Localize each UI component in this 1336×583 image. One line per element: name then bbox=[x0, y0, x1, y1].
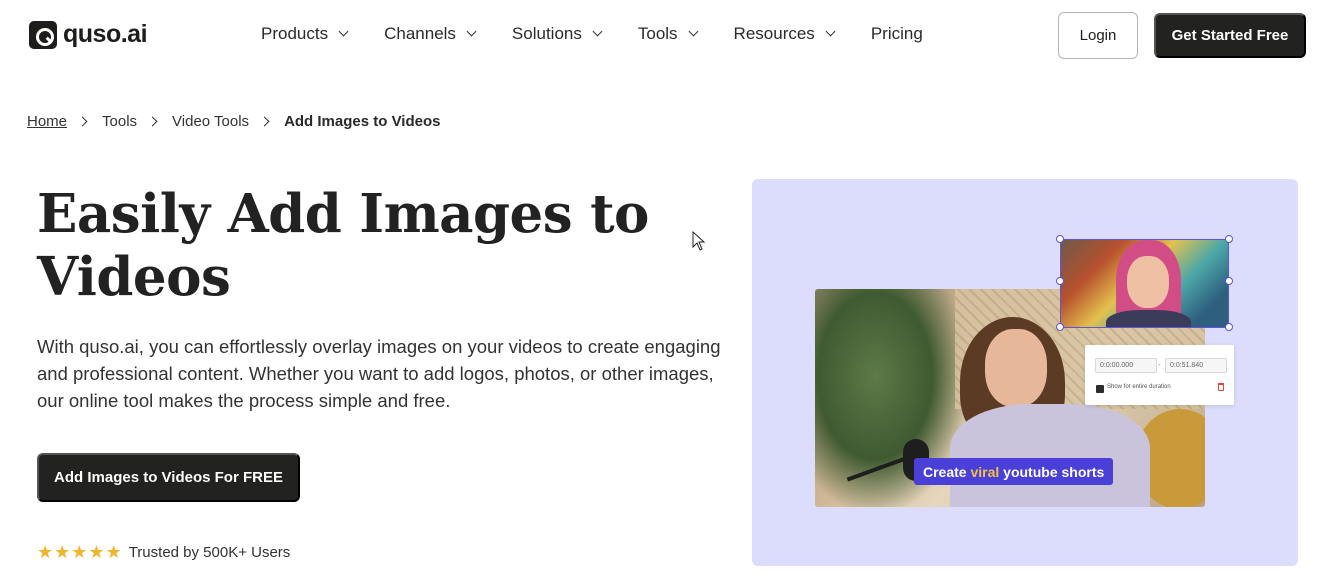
person-face-shape bbox=[985, 329, 1047, 407]
caption-accent: viral bbox=[970, 463, 1000, 480]
chevron-down-icon bbox=[688, 26, 698, 37]
chevron-right-icon bbox=[259, 116, 270, 127]
chevron-down-icon bbox=[592, 26, 603, 37]
person-body-shape bbox=[950, 404, 1150, 507]
brand-name: quso.ai bbox=[63, 20, 148, 48]
mouse-cursor-icon bbox=[692, 231, 706, 251]
chevron-down-icon bbox=[338, 26, 349, 37]
brand-logo[interactable]: quso.ai bbox=[29, 20, 148, 49]
star-icon: ★ bbox=[37, 542, 54, 562]
main-nav: Products Channels Solutions Tools Resour… bbox=[261, 24, 923, 44]
nav-products[interactable]: Products bbox=[261, 24, 349, 44]
caption-suffix: youtube shorts bbox=[999, 463, 1105, 480]
resize-handle[interactable] bbox=[1225, 323, 1233, 331]
nav-resources[interactable]: Resources bbox=[733, 24, 836, 44]
rating-text: Trusted by 500K+ Users bbox=[128, 543, 291, 561]
resize-handle[interactable] bbox=[1056, 235, 1064, 243]
overlay-shirt-shape bbox=[1106, 310, 1191, 327]
end-time-input[interactable]: 0:0:51.840 bbox=[1165, 358, 1227, 373]
resize-handle[interactable] bbox=[1225, 235, 1233, 243]
nav-tools-label: Tools bbox=[637, 24, 678, 43]
rating: ★ ★ ★ ★ ★ Trusted by 500K+ Users bbox=[37, 543, 290, 561]
hero-visual: Create viral youtube shorts 0:0:00.000 -… bbox=[752, 179, 1298, 566]
caption-prefix: Create bbox=[923, 463, 971, 480]
trash-icon[interactable] bbox=[1218, 383, 1224, 391]
video-caption: Create viral youtube shorts bbox=[914, 458, 1114, 485]
breadcrumb-current: Add Images to Videos bbox=[284, 113, 441, 130]
quso-logo-icon bbox=[29, 20, 57, 49]
hero-title: Easily Add Images to Videos bbox=[37, 183, 649, 308]
start-time-input[interactable]: 0:0:00.000 bbox=[1095, 358, 1157, 373]
nav-channels-label: Channels bbox=[384, 24, 456, 43]
nav-products-label: Products bbox=[261, 24, 329, 43]
resize-handle[interactable] bbox=[1225, 277, 1233, 285]
breadcrumb-home-link[interactable]: Home bbox=[27, 113, 67, 130]
chevron-right-icon bbox=[77, 116, 88, 127]
entire-duration-checkbox[interactable] bbox=[1096, 385, 1104, 393]
overlay-image[interactable] bbox=[1060, 239, 1229, 328]
get-started-button[interactable]: Get Started Free bbox=[1154, 13, 1306, 58]
breadcrumb-tools-link[interactable]: Tools bbox=[102, 113, 137, 130]
star-icon: ★ bbox=[54, 542, 71, 562]
nav-solutions[interactable]: Solutions bbox=[511, 24, 603, 44]
resize-handle[interactable] bbox=[1056, 323, 1064, 331]
chevron-right-icon bbox=[147, 116, 158, 127]
overlay-face-shape bbox=[1127, 256, 1169, 308]
resize-handle[interactable] bbox=[1056, 277, 1064, 285]
add-images-cta-button[interactable]: Add Images to Videos For FREE bbox=[37, 453, 300, 502]
login-button[interactable]: Login bbox=[1058, 12, 1138, 59]
nav-pricing-label: Pricing bbox=[870, 24, 923, 43]
breadcrumb-video-tools-link[interactable]: Video Tools bbox=[172, 113, 249, 130]
chevron-down-icon bbox=[466, 26, 477, 37]
star-icon: ★ bbox=[88, 542, 105, 562]
nav-channels[interactable]: Channels bbox=[384, 24, 477, 44]
chevron-down-icon bbox=[825, 26, 836, 37]
time-dash: - bbox=[1158, 360, 1161, 369]
star-icon: ★ bbox=[105, 542, 122, 562]
timing-panel: 0:0:00.000 - 0:0:51.840 Show for entire … bbox=[1085, 345, 1234, 405]
nav-solutions-label: Solutions bbox=[511, 24, 582, 43]
breadcrumb: Home Tools Video Tools Add Images to Vid… bbox=[27, 113, 441, 130]
entire-duration-label: Show for entire duration bbox=[1107, 384, 1171, 390]
site-header: quso.ai Products Channels Solutions Tool… bbox=[0, 0, 1336, 72]
nav-tools[interactable]: Tools bbox=[637, 24, 698, 44]
rating-stars: ★ ★ ★ ★ ★ bbox=[37, 543, 122, 561]
nav-pricing[interactable]: Pricing bbox=[871, 24, 923, 44]
star-icon: ★ bbox=[71, 542, 88, 562]
hero-description: With quso.ai, you can effortlessly overl… bbox=[37, 336, 721, 411]
nav-resources-label: Resources bbox=[733, 24, 815, 43]
